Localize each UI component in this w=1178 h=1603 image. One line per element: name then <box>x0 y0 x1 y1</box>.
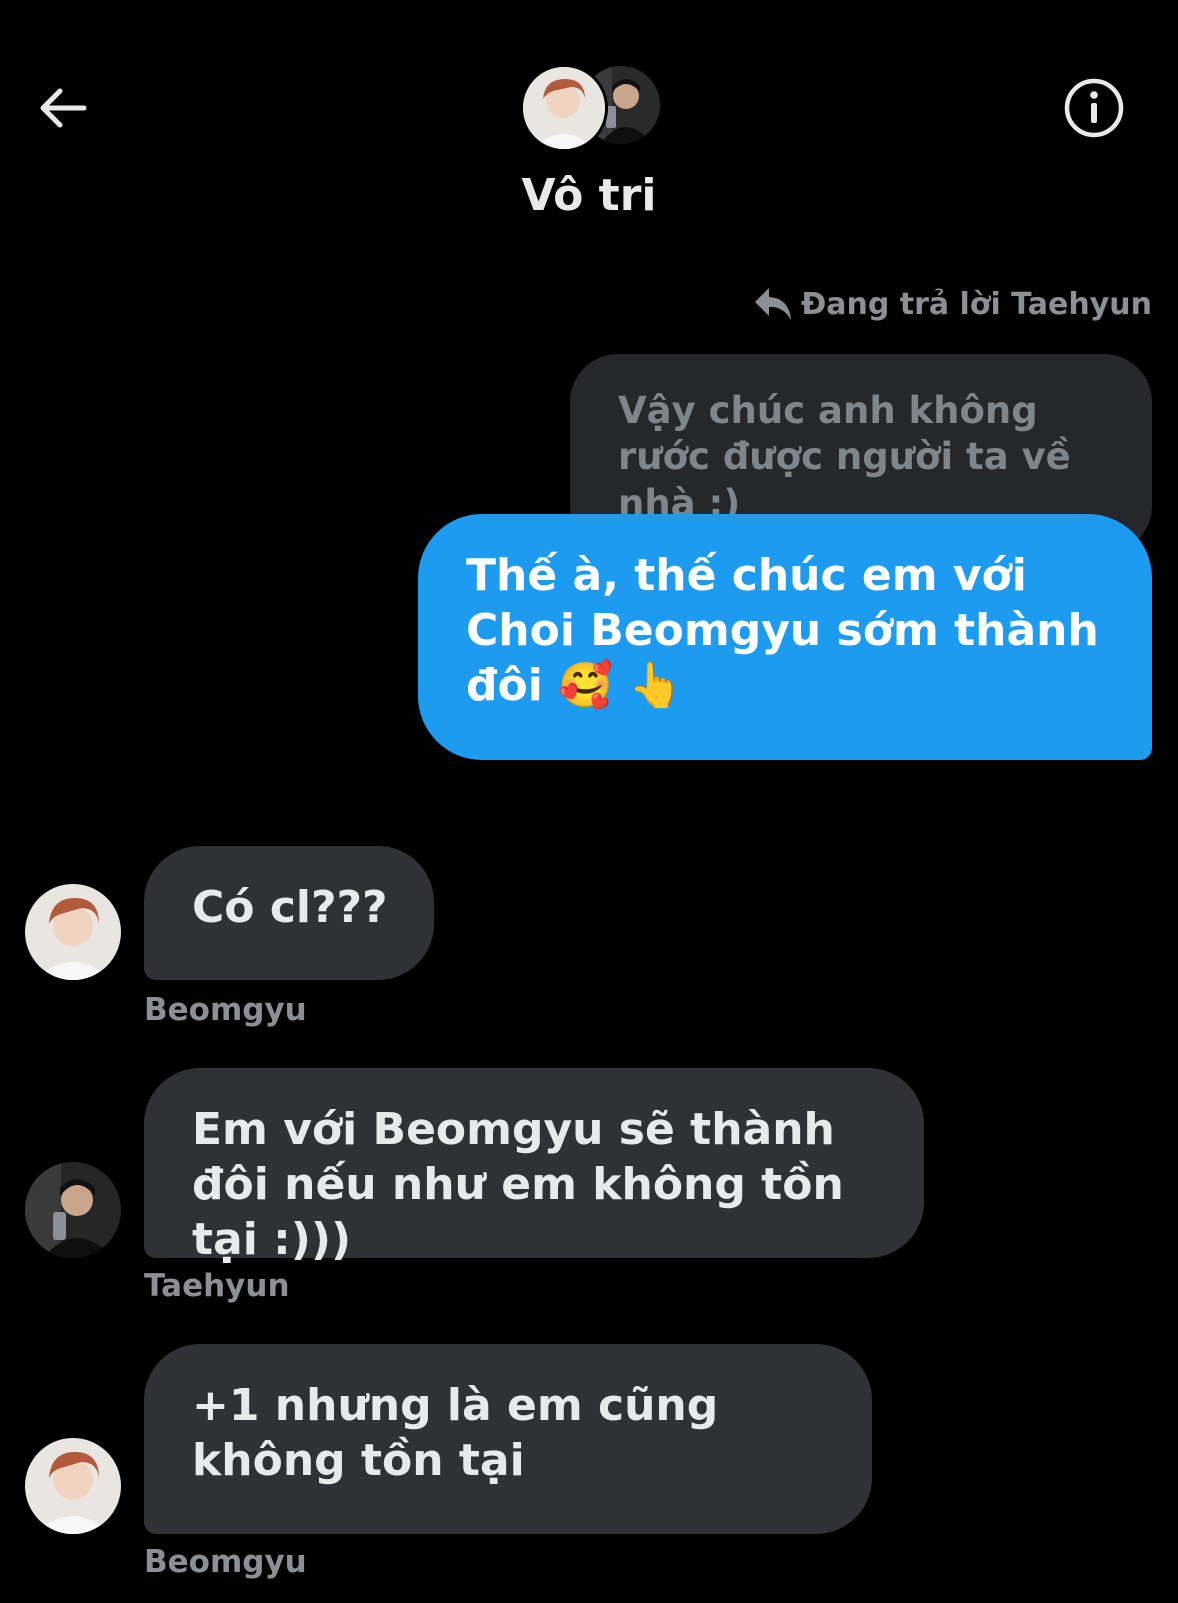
sent-message-bubble[interactable]: Thế à, thế chúc em với Choi Beomgyu sớm … <box>418 514 1152 760</box>
sender-name[interactable]: Beomgyu <box>144 1544 307 1580</box>
avatar-beomgyu <box>520 64 608 152</box>
sender-name[interactable]: Beomgyu <box>144 992 307 1028</box>
back-button[interactable] <box>28 74 96 142</box>
received-message-text: +1 nhưng là em cũng không tồn tại <box>192 1380 719 1486</box>
arrow-left-icon <box>40 88 87 128</box>
received-message-text: Có cl??? <box>192 882 388 933</box>
sent-message-text: Thế à, thế chúc em với Choi Beomgyu sớm … <box>466 550 1099 711</box>
avatar-beomgyu[interactable] <box>25 884 121 980</box>
info-circle-icon <box>1064 78 1124 138</box>
avatar-beomgyu[interactable] <box>25 1438 121 1534</box>
group-avatar[interactable] <box>520 64 660 152</box>
received-message-bubble[interactable]: Em với Beomgyu sẽ thành đôi nếu như em k… <box>144 1068 924 1265</box>
info-button[interactable] <box>1058 72 1130 144</box>
reply-context-label: Đang trả lời Taehyun <box>801 286 1152 322</box>
received-message-bubble[interactable]: Có cl??? <box>144 846 434 980</box>
quoted-message-text: Vậy chúc anh không rước được người ta về… <box>618 389 1071 525</box>
avatar-taehyun[interactable] <box>25 1162 121 1258</box>
sender-name[interactable]: Taehyun <box>144 1268 290 1304</box>
reply-context: Đang trả lời Taehyun <box>753 286 1152 322</box>
conversation-title[interactable]: Vô tri <box>0 170 1178 221</box>
received-message-bubble[interactable]: +1 nhưng là em cũng không tồn tại <box>144 1344 872 1534</box>
reply-arrow-icon <box>755 288 792 320</box>
received-message-text: Em với Beomgyu sẽ thành đôi nếu như em k… <box>192 1104 844 1265</box>
